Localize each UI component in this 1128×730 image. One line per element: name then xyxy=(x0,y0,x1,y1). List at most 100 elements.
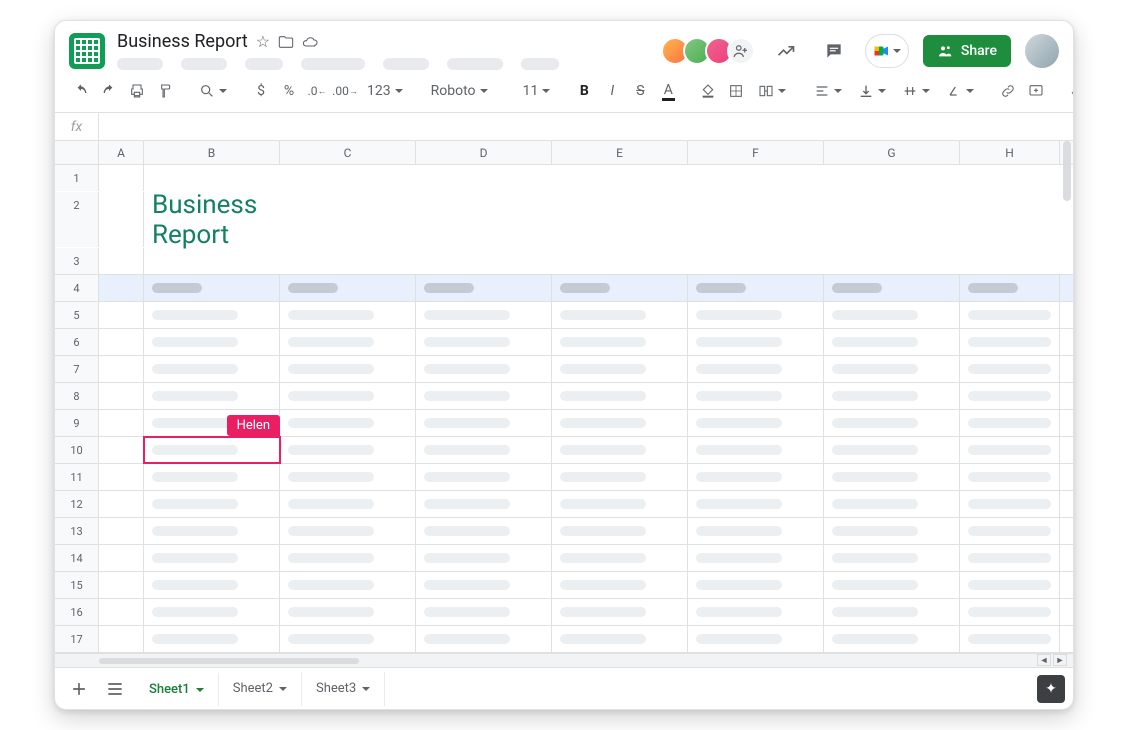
column-header[interactable]: G xyxy=(824,141,960,164)
move-icon[interactable] xyxy=(278,34,294,50)
cell[interactable] xyxy=(416,572,552,598)
cell[interactable] xyxy=(552,464,688,490)
zoom-dropdown[interactable] xyxy=(193,78,233,104)
menu-item[interactable] xyxy=(181,58,227,70)
cell[interactable] xyxy=(280,356,416,382)
cell[interactable] xyxy=(144,626,280,652)
cloud-status-icon[interactable] xyxy=(302,34,318,50)
meet-button[interactable] xyxy=(865,34,909,68)
menu-item[interactable] xyxy=(245,58,283,70)
cell[interactable] xyxy=(416,275,552,301)
cell[interactable] xyxy=(416,248,552,274)
cell[interactable] xyxy=(960,192,1060,247)
row-header[interactable]: 15 xyxy=(55,572,99,598)
scroll-left-button[interactable]: ◄ xyxy=(1037,654,1051,666)
collaborator-avatars[interactable] xyxy=(661,37,755,65)
font-dropdown[interactable]: Roboto xyxy=(425,78,501,104)
cell[interactable] xyxy=(688,599,824,625)
currency-button[interactable]: $ xyxy=(249,78,273,104)
chevron-down-icon[interactable] xyxy=(362,687,370,691)
cell[interactable] xyxy=(416,383,552,409)
cell[interactable] xyxy=(144,302,280,328)
cell[interactable] xyxy=(960,165,1060,191)
cell[interactable] xyxy=(280,329,416,355)
cell[interactable] xyxy=(824,383,960,409)
formula-input[interactable] xyxy=(99,113,1073,140)
cell[interactable] xyxy=(416,491,552,517)
cell[interactable] xyxy=(688,165,824,191)
cell[interactable] xyxy=(688,518,824,544)
menu-item[interactable] xyxy=(383,58,429,70)
cell[interactable] xyxy=(552,192,688,247)
cell[interactable] xyxy=(280,626,416,652)
undo-button[interactable] xyxy=(69,78,93,104)
all-sheets-button[interactable] xyxy=(99,673,131,705)
cell[interactable] xyxy=(280,572,416,598)
column-header[interactable]: D xyxy=(416,141,552,164)
cell[interactable] xyxy=(144,248,280,274)
cell[interactable] xyxy=(824,248,960,274)
sheet-tab[interactable]: Sheet2 xyxy=(219,672,302,706)
cell[interactable]: Business Report xyxy=(144,192,280,247)
cell[interactable] xyxy=(99,248,144,274)
share-button[interactable]: Share xyxy=(923,35,1011,67)
row-header[interactable]: 6 xyxy=(55,329,99,355)
cell[interactable] xyxy=(960,356,1060,382)
cell[interactable] xyxy=(824,626,960,652)
row-header[interactable]: 11 xyxy=(55,464,99,490)
cell[interactable] xyxy=(144,464,280,490)
cell[interactable] xyxy=(824,599,960,625)
cell[interactable] xyxy=(688,545,824,571)
cell[interactable] xyxy=(552,599,688,625)
sheet-tab[interactable]: Sheet3 xyxy=(302,672,385,706)
cell[interactable] xyxy=(552,572,688,598)
cell[interactable] xyxy=(99,437,144,463)
cell[interactable] xyxy=(99,599,144,625)
row-header[interactable]: 10 xyxy=(55,437,99,463)
cell[interactable] xyxy=(688,410,824,436)
cell[interactable] xyxy=(960,518,1060,544)
cell[interactable] xyxy=(552,626,688,652)
cell[interactable] xyxy=(416,329,552,355)
cell[interactable] xyxy=(960,464,1060,490)
cell[interactable] xyxy=(824,545,960,571)
bold-button[interactable]: B xyxy=(572,78,596,104)
cell[interactable] xyxy=(280,192,416,247)
chevron-down-icon[interactable] xyxy=(196,688,204,692)
cell[interactable] xyxy=(552,383,688,409)
row-header[interactable]: 7 xyxy=(55,356,99,382)
cell[interactable] xyxy=(144,329,280,355)
cell[interactable] xyxy=(688,572,824,598)
cell[interactable] xyxy=(416,545,552,571)
menu-item[interactable] xyxy=(447,58,503,70)
row-header[interactable]: 2 xyxy=(55,192,99,247)
borders-button[interactable] xyxy=(724,78,748,104)
row-header[interactable]: 14 xyxy=(55,545,99,571)
row-header[interactable]: 12 xyxy=(55,491,99,517)
cell[interactable] xyxy=(688,626,824,652)
chevron-down-icon[interactable] xyxy=(279,687,287,691)
cell[interactable] xyxy=(960,626,1060,652)
account-avatar[interactable] xyxy=(1025,34,1059,68)
cell[interactable] xyxy=(416,165,552,191)
row-header[interactable]: 16 xyxy=(55,599,99,625)
cell[interactable] xyxy=(99,302,144,328)
cell[interactable] xyxy=(280,383,416,409)
cell[interactable] xyxy=(144,383,280,409)
document-title[interactable]: Business Report xyxy=(117,31,248,52)
cell[interactable] xyxy=(824,275,960,301)
vertical-scrollbar[interactable] xyxy=(1063,141,1071,201)
cell[interactable] xyxy=(99,356,144,382)
menu-item[interactable] xyxy=(521,58,559,70)
menu-bar[interactable] xyxy=(117,58,649,70)
sheet-tab[interactable]: Sheet1 xyxy=(135,672,219,706)
cell[interactable] xyxy=(416,302,552,328)
horizontal-align-dropdown[interactable] xyxy=(808,78,848,104)
cell[interactable] xyxy=(960,302,1060,328)
cell[interactable] xyxy=(416,437,552,463)
scroll-right-button[interactable]: ► xyxy=(1053,654,1067,666)
cell[interactable] xyxy=(824,165,960,191)
cell[interactable] xyxy=(99,491,144,517)
cell[interactable] xyxy=(280,410,416,436)
row-header[interactable]: 8 xyxy=(55,383,99,409)
